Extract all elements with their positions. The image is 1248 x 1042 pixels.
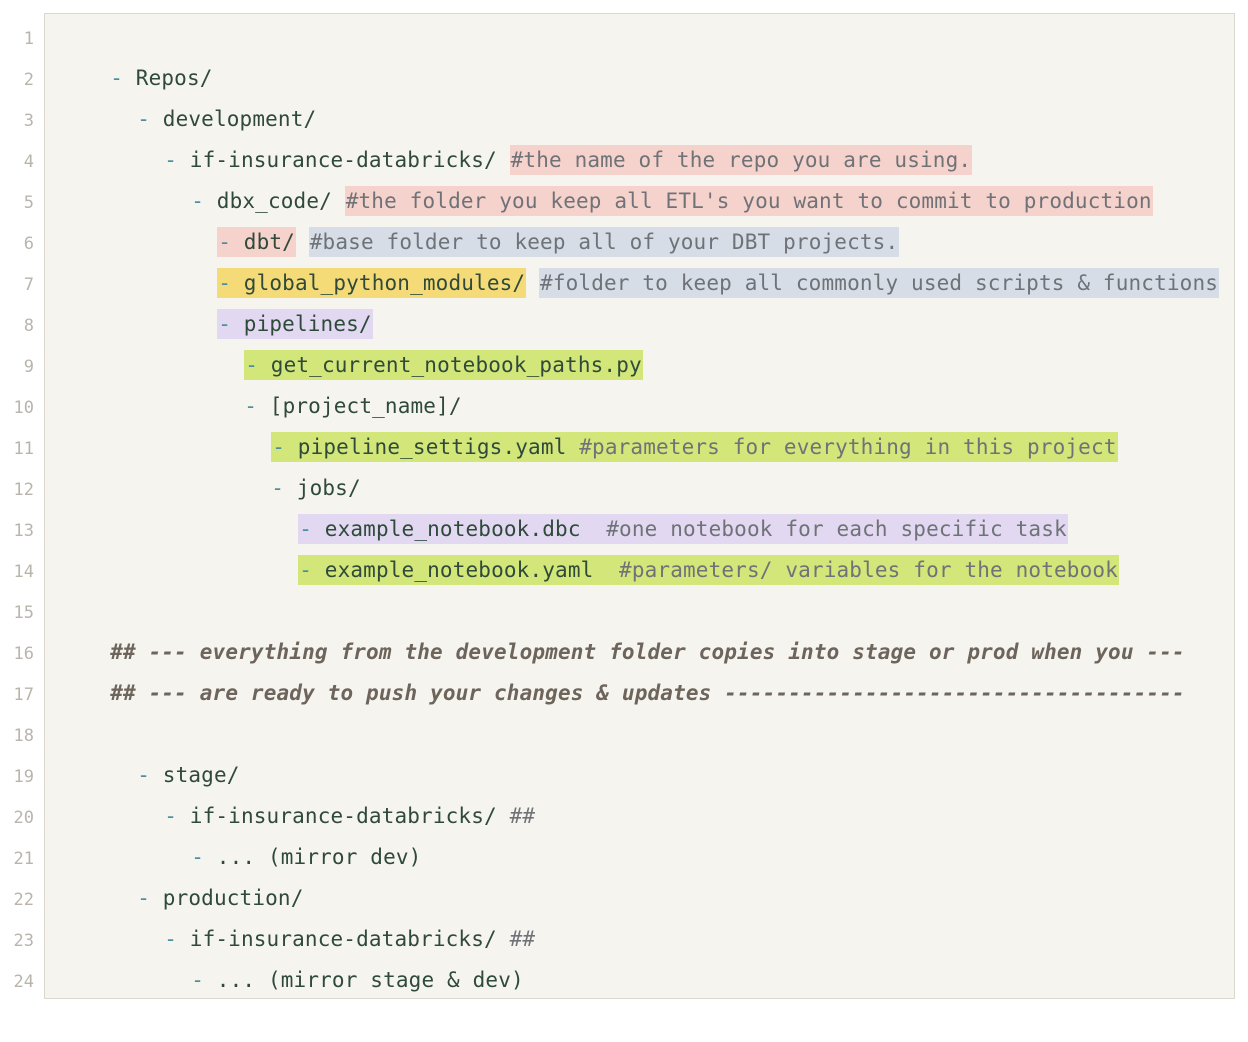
line-number: 4 — [23, 152, 34, 172]
code-line: - get_current_notebook_paths.py — [193, 304, 643, 380]
line-number: 10 — [13, 398, 34, 418]
line-number-gutter: 1 2 3 4 5 6 7 8 9 10 11 12 13 14 15 16 17 18 19 20 21 22 23 24 — [0, 14, 44, 1000]
folder-name: ... (mirror stage & dev) — [216, 968, 524, 992]
code-line: - pipeline_settigs.yaml #parameters for … — [220, 386, 1118, 462]
code-line: - if-insurance-databricks/ #the name of … — [113, 99, 973, 175]
code-line: - production/ — [86, 837, 304, 910]
comment: #parameters/ variables for the notebook — [619, 558, 1118, 582]
line-number: 24 — [13, 972, 34, 992]
highlighted-entry: - pipeline_settigs.yaml #parameters for … — [271, 432, 1118, 462]
line-number: 23 — [13, 931, 34, 951]
code-line: - pipelines/ — [166, 263, 373, 339]
line-number: 1 — [23, 29, 34, 49]
line-number: 15 — [13, 603, 34, 623]
code-line: - example_notebook.yaml #parameters/ var… — [247, 509, 1119, 585]
code-line: - if-insurance-databricks/ ## — [113, 755, 535, 828]
bullet: - — [191, 968, 217, 992]
heading-text: --- are ready to push your changes & upd… — [148, 681, 1185, 705]
line-number: 12 — [13, 480, 34, 500]
line-number: 17 — [13, 685, 34, 705]
line-number: 16 — [13, 644, 34, 664]
code-line: - jobs/ — [220, 427, 361, 500]
file-name: example_notebook.yaml — [324, 558, 594, 582]
hash-marker: ## — [110, 681, 149, 705]
line-number: 18 — [13, 726, 34, 746]
code-line: - ... (mirror stage & dev) — [140, 919, 524, 992]
line-number: 3 — [23, 111, 34, 131]
code-line: - if-insurance-databricks/ ## — [113, 878, 535, 951]
code-line: - [project_name]/ — [193, 345, 462, 418]
line-number: 7 — [23, 275, 34, 295]
line-number: 22 — [13, 890, 34, 910]
line-number: 14 — [13, 562, 34, 582]
comment: #parameters for everything in this proje… — [579, 435, 1117, 459]
code-line: - ... (mirror dev) — [140, 796, 421, 869]
line-number: 13 — [13, 521, 34, 541]
code-line: - Repos/ — [59, 17, 213, 90]
bullet: - — [299, 558, 325, 582]
line-number: 11 — [13, 439, 34, 459]
code-line: - stage/ — [86, 714, 240, 787]
code-line: - dbx_code/ #the folder you keep all ETL… — [140, 140, 1153, 216]
line-number: 5 — [23, 193, 34, 213]
heading-comment: ## --- everything from the development f… — [59, 591, 1185, 664]
line-number: 20 — [13, 808, 34, 828]
line-number: 2 — [23, 70, 34, 90]
code-line: - example_notebook.dbc #one notebook for… — [247, 468, 1068, 544]
line-number: 19 — [13, 767, 34, 787]
heading-comment: ## --- are ready to push your changes & … — [59, 632, 1185, 705]
code-line: - dbt/ #base folder to keep all of your … — [166, 181, 900, 257]
code-editor[interactable]: - Repos/ - development/ - if-insurance-d… — [44, 13, 1235, 999]
comment: ## — [509, 804, 536, 828]
line-number: 6 — [23, 234, 34, 254]
line-number: 9 — [23, 357, 34, 377]
code-line: - development/ — [86, 58, 316, 131]
code-line: - global_python_modules/ #folder to keep… — [166, 222, 1220, 298]
line-number: 8 — [23, 316, 34, 336]
highlighted-entry: - example_notebook.yaml #parameters/ var… — [298, 555, 1119, 585]
line-number: 21 — [13, 849, 34, 869]
comment: #folder to keep all commonly used script… — [539, 268, 1220, 298]
